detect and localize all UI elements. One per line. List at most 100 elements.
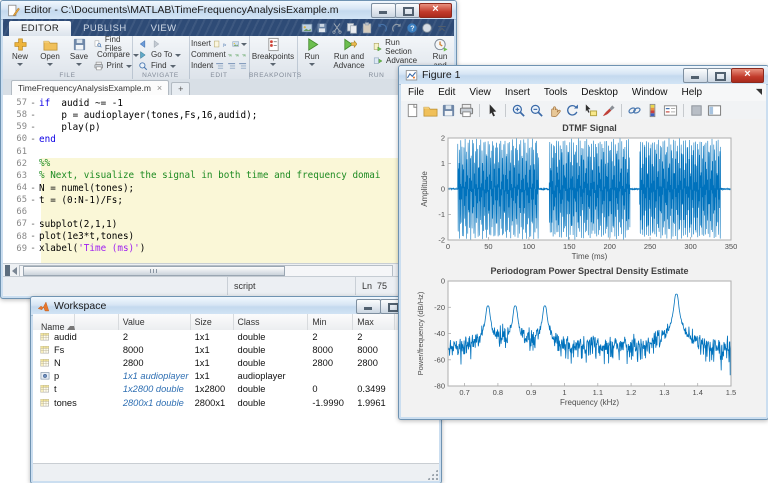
- maximize-button[interactable]: [707, 68, 732, 83]
- insert-legend-tool[interactable]: [663, 103, 678, 118]
- code-editor[interactable]: 57-if audid ~= -158- p = audioplayer(ton…: [3, 95, 454, 263]
- code-line-61[interactable]: 61: [3, 146, 454, 158]
- editor-titlebar[interactable]: Editor - C:\Documents\MATLAB\TimeFrequen…: [1, 1, 456, 20]
- tab-view[interactable]: VIEW: [139, 21, 189, 36]
- code-line-62[interactable]: 62%%: [3, 158, 454, 170]
- tab-editor[interactable]: EDITOR: [9, 21, 71, 36]
- close-button[interactable]: [419, 3, 452, 18]
- variable-row-audid[interactable]: audid21x1double222: [33, 330, 439, 343]
- line-number[interactable]: 64: [3, 183, 27, 193]
- qa-save-icon[interactable]: [316, 21, 328, 33]
- data-cursor-tool[interactable]: [583, 103, 598, 118]
- splitter-handle[interactable]: [5, 265, 10, 276]
- maximize-button[interactable]: [395, 3, 420, 18]
- column-header-min[interactable]: Min: [308, 314, 353, 330]
- run-section-button[interactable]: Run Section: [373, 41, 425, 52]
- minimize-button[interactable]: [356, 299, 381, 314]
- code-line-58[interactable]: 58- p = audioplayer(tones,Fs,16,audid);: [3, 109, 454, 121]
- new-doc-tool[interactable]: [405, 103, 420, 118]
- find-files-button[interactable]: Find Files: [94, 38, 132, 49]
- column-header-size[interactable]: Size: [191, 314, 234, 330]
- line-number[interactable]: 69: [3, 244, 27, 254]
- line-number[interactable]: 57: [3, 98, 27, 108]
- code-line-64[interactable]: 64-N = numel(tones);: [3, 182, 454, 194]
- save-button[interactable]: Save: [65, 37, 93, 73]
- new-tab-button[interactable]: +: [171, 82, 190, 95]
- code-line-65[interactable]: 65-t = (0:N-1)/Fs;: [3, 194, 454, 206]
- menu-edit[interactable]: Edit: [431, 87, 462, 98]
- zoom-in-tool[interactable]: [511, 103, 526, 118]
- column-header-name[interactable]: Name: [33, 314, 119, 330]
- line-number[interactable]: 68: [3, 232, 27, 242]
- line-number[interactable]: 67: [3, 219, 27, 229]
- menu-desktop[interactable]: Desktop: [574, 87, 625, 98]
- column-header-max[interactable]: Max: [353, 314, 395, 330]
- variable-row-N[interactable]: N28001x1double280028002: [33, 356, 439, 369]
- qa-collapse-icon[interactable]: [436, 21, 448, 33]
- line-number[interactable]: 63: [3, 171, 27, 181]
- line-number[interactable]: 66: [3, 207, 27, 217]
- open-folder-tool[interactable]: [423, 103, 438, 118]
- code-line-60[interactable]: 60-end: [3, 133, 454, 145]
- qa-undo-icon[interactable]: [376, 21, 388, 33]
- insert-colorbar-tool[interactable]: [645, 103, 660, 118]
- close-button[interactable]: [731, 68, 764, 83]
- variable-row-tones[interactable]: tones2800x1 double2800x1double-1.99901.9…: [33, 396, 439, 409]
- resize-grip[interactable]: [427, 469, 438, 480]
- line-number[interactable]: 59: [3, 122, 27, 132]
- qa-image-icon[interactable]: [301, 21, 313, 33]
- column-header-class[interactable]: Class: [234, 314, 309, 330]
- plottools-on-tool[interactable]: [707, 103, 722, 118]
- comment-row[interactable]: Comment % % %: [191, 49, 247, 60]
- compare-button[interactable]: Compare: [94, 49, 132, 60]
- zoom-out-tool[interactable]: [529, 103, 544, 118]
- column-header-value[interactable]: Value: [119, 314, 191, 330]
- menu-view[interactable]: View: [462, 87, 498, 98]
- scrollbar-track[interactable]: [19, 265, 393, 277]
- scroll-left-icon[interactable]: [12, 267, 17, 275]
- variable-row-p[interactable]: p1x1 audioplayer1x1audioplayer: [33, 370, 439, 383]
- code-line-69[interactable]: 69-xlabel('Time (ms)'): [3, 243, 454, 255]
- line-number[interactable]: 60: [3, 134, 27, 144]
- insert-row[interactable]: Insert fx: [191, 38, 247, 49]
- code-line-66[interactable]: 66: [3, 206, 454, 218]
- back-button[interactable]: [138, 39, 148, 49]
- print-button[interactable]: Print: [94, 60, 132, 71]
- scrollbar-thumb[interactable]: [23, 266, 285, 276]
- close-tab-icon[interactable]: ×: [157, 83, 162, 93]
- forward-button[interactable]: [151, 39, 161, 49]
- line-number[interactable]: 65: [3, 195, 27, 205]
- rotate-3d-tool[interactable]: [565, 103, 580, 118]
- breakpoints-button[interactable]: Breakpoints: [251, 37, 295, 73]
- indent-row[interactable]: Indent: [191, 60, 247, 71]
- edit-cursor-tool[interactable]: [485, 103, 500, 118]
- dock-figure-icon[interactable]: ◥: [756, 87, 762, 96]
- code-line-57[interactable]: 57-if audid ~= -1: [3, 97, 454, 109]
- menu-file[interactable]: File: [401, 87, 431, 98]
- line-number[interactable]: 58: [3, 110, 27, 120]
- brush-tool[interactable]: [601, 103, 616, 118]
- code-line-63[interactable]: 63% Next, visualize the signal in both t…: [3, 170, 454, 182]
- code-line-68[interactable]: 68-plot(1e3*t,tones): [3, 231, 454, 243]
- line-number[interactable]: 62: [3, 159, 27, 169]
- qa-cut-icon[interactable]: [331, 21, 343, 33]
- figure-titlebar[interactable]: Figure 1: [399, 66, 768, 85]
- document-tab[interactable]: TimeFrequencyAnalysisExample.m ×: [11, 80, 169, 95]
- code-line-59[interactable]: 59- play(p): [3, 121, 454, 133]
- goto-button[interactable]: Go To: [138, 49, 186, 60]
- variable-row-Fs[interactable]: Fs80001x1double800080008: [33, 343, 439, 356]
- qa-copy-icon[interactable]: [346, 21, 358, 33]
- qa-redo-icon[interactable]: [391, 21, 403, 33]
- print-tool[interactable]: [459, 103, 474, 118]
- run-button[interactable]: Run: [299, 37, 325, 73]
- workspace-column-headers[interactable]: NameValueSizeClassMinMaxM: [33, 314, 439, 331]
- link-plot-tool[interactable]: [627, 103, 642, 118]
- code-line-67[interactable]: 67-subplot(2,1,1): [3, 218, 454, 230]
- find-button[interactable]: Find: [138, 60, 186, 71]
- qa-circle-icon[interactable]: [421, 21, 433, 33]
- open-button[interactable]: Open: [36, 37, 64, 73]
- menu-insert[interactable]: Insert: [498, 87, 537, 98]
- menu-help[interactable]: Help: [675, 87, 710, 98]
- save-tool[interactable]: [441, 103, 456, 118]
- new-button[interactable]: New: [6, 37, 34, 73]
